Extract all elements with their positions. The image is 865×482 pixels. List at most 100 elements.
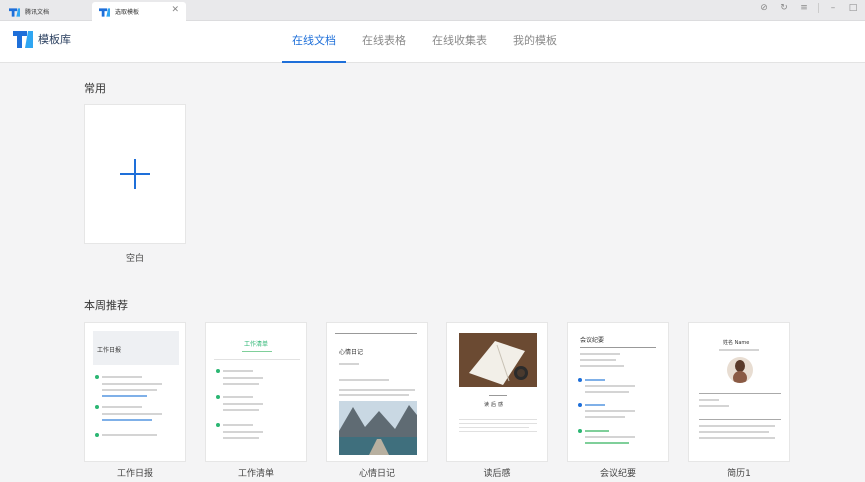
- thumb-line: [223, 409, 259, 411]
- template-name: 会议纪要: [599, 469, 636, 479]
- thumb-line: [223, 431, 263, 433]
- bullet: [578, 403, 582, 407]
- thumb-line: [580, 353, 620, 355]
- category-nav: 在线文档 在线表格 在线收集表 我的模板: [282, 21, 583, 63]
- thumb-line: [585, 442, 629, 444]
- thumb-line: [580, 347, 656, 348]
- thumb-line: [459, 423, 537, 424]
- window-controls: ⊘ ↻ ≡ – □: [758, 3, 859, 13]
- book-photo: [459, 333, 537, 387]
- landscape-photo: [339, 401, 417, 455]
- avatar: [727, 357, 753, 383]
- thumb-line: [223, 396, 253, 398]
- maximize-icon[interactable]: □: [847, 3, 859, 13]
- thumb-line: [719, 349, 759, 351]
- thumb-line: [580, 365, 624, 367]
- bullet: [95, 405, 99, 409]
- tab-online-forms[interactable]: 在线收集表: [432, 21, 487, 63]
- thumb-line: [223, 370, 253, 372]
- thumb-title: 会议纪要: [580, 337, 605, 344]
- tencent-docs-logo-icon: [99, 7, 110, 17]
- bullet: [578, 429, 582, 433]
- thumb-line: [699, 437, 775, 439]
- thumb-title: 心情日记: [339, 349, 364, 356]
- history-icon[interactable]: ⊘: [758, 3, 770, 13]
- blank-document-card[interactable]: [84, 104, 186, 244]
- bullet: [216, 369, 220, 373]
- thumb-line: [585, 416, 625, 418]
- thumb-line: [699, 393, 781, 394]
- template-card-work-list[interactable]: 工作清单: [205, 322, 307, 462]
- thumb-line: [585, 436, 635, 438]
- tab-tencent-docs[interactable]: 腾讯文档: [2, 2, 88, 21]
- template-name: 工作清单: [237, 469, 274, 479]
- thumb-line: [339, 379, 389, 381]
- logo-text: 模板库: [38, 33, 71, 46]
- thumb-divider: [214, 359, 300, 360]
- thumb-line: [585, 385, 635, 387]
- thumb-line: [102, 419, 152, 421]
- tab-label: 选取模板: [115, 9, 140, 16]
- menu-icon[interactable]: ≡: [798, 3, 810, 13]
- thumb-line: [223, 424, 253, 426]
- tencent-docs-logo-icon: [9, 7, 20, 17]
- thumb-line: [223, 403, 263, 405]
- close-icon[interactable]: ✕: [171, 5, 179, 15]
- thumb-line: [102, 383, 162, 385]
- thumb-line: [699, 419, 781, 420]
- thumb-line: [585, 379, 605, 381]
- tencent-docs-logo-icon: [13, 31, 33, 48]
- thumb-line: [699, 399, 719, 401]
- thumb-line: [223, 437, 259, 439]
- thumb-title: 工作清单: [244, 341, 269, 348]
- tab-online-docs[interactable]: 在线文档: [282, 21, 346, 63]
- tab-label: 腾讯文档: [25, 9, 50, 16]
- thumb-line: [223, 377, 263, 379]
- blank-card-label: 空白: [125, 254, 144, 264]
- thumb-line: [339, 363, 359, 365]
- thumb-line: [102, 389, 157, 391]
- thumb-line: [459, 431, 537, 432]
- thumb-line: [580, 359, 616, 361]
- avatar-body: [733, 371, 747, 383]
- thumb-line: [585, 410, 635, 412]
- template-library-logo[interactable]: 模板库: [12, 28, 71, 50]
- section-title-common: 常用: [84, 82, 106, 95]
- template-name: 工作日报: [116, 469, 153, 479]
- thumb-line: [339, 389, 415, 391]
- template-name: 简历1: [727, 469, 751, 479]
- thumb-line: [102, 413, 162, 415]
- plus-icon: [120, 159, 150, 189]
- bullet: [578, 378, 582, 382]
- bullet: [216, 423, 220, 427]
- window-tab-bar: 腾讯文档 选取模板 ✕ ⊘ ↻ ≡ – □: [0, 0, 865, 21]
- divider: [818, 3, 819, 13]
- template-card-resume[interactable]: 姓名 Name: [688, 322, 790, 462]
- template-card-daily-report[interactable]: 工作日报: [84, 322, 186, 462]
- thumb-line: [339, 394, 409, 396]
- thumb-line: [459, 419, 537, 420]
- template-card-book-review[interactable]: 读后感: [446, 322, 548, 462]
- thumb-line: [335, 333, 417, 334]
- template-card-meeting-minutes[interactable]: 会议纪要: [567, 322, 669, 462]
- tab-template-picker[interactable]: 选取模板 ✕: [92, 2, 186, 21]
- template-name: 读后感: [483, 469, 511, 479]
- bullet: [216, 395, 220, 399]
- tab-online-sheets[interactable]: 在线表格: [362, 21, 406, 63]
- app-header: 模板库 在线文档 在线表格 在线收集表 我的模板: [0, 21, 865, 63]
- template-card-mood-diary[interactable]: 心情日记: [326, 322, 428, 462]
- thumb-line: [699, 405, 729, 407]
- thumb-line: [102, 395, 147, 397]
- thumb-line: [242, 351, 272, 352]
- thumb-line: [699, 431, 769, 433]
- thumb-line: [585, 430, 609, 432]
- thumb-title: 姓名 Name: [723, 340, 750, 346]
- thumb-line: [102, 434, 157, 436]
- thumb-line: [223, 383, 259, 385]
- tab-my-templates[interactable]: 我的模板: [513, 21, 557, 63]
- thumb-title: 读后感: [484, 402, 506, 408]
- refresh-icon[interactable]: ↻: [778, 3, 790, 13]
- thumb-line: [102, 406, 142, 408]
- minimize-icon[interactable]: –: [827, 3, 839, 13]
- thumb-line: [489, 395, 507, 396]
